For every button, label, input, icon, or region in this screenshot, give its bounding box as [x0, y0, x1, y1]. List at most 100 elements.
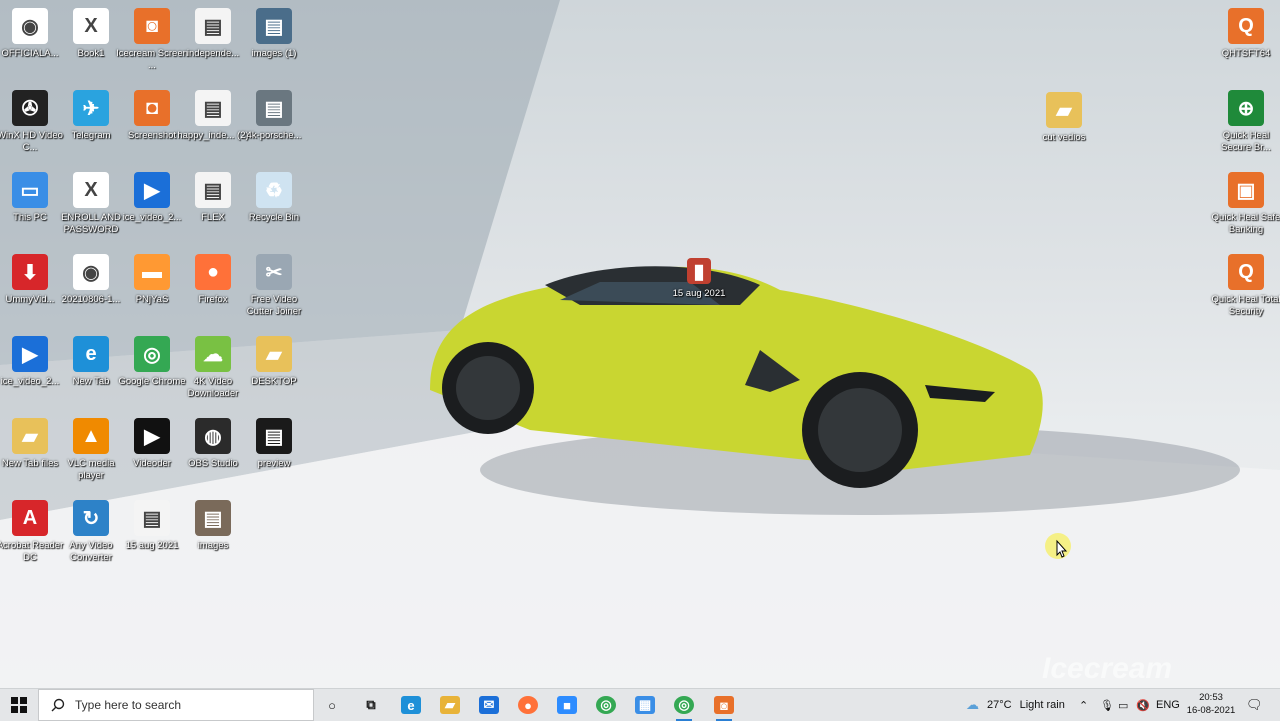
cloud-download-icon: ☁: [195, 336, 231, 372]
desktop-icon-label: Quick Heal Secure Br...: [1221, 130, 1271, 153]
clock[interactable]: 20:53 16-08-2021: [1182, 691, 1240, 717]
desktop-icon[interactable]: ▣ Quick Heal Safe Banking: [1209, 172, 1280, 236]
cortana-icon: ○: [328, 697, 336, 713]
taskbar-app-edge[interactable]: e: [397, 693, 425, 717]
desktop-icon[interactable]: Q Quick Heal Total Security: [1209, 254, 1280, 318]
search-icon: [51, 698, 65, 712]
desktop-icon-label: cut vedios: [1042, 132, 1086, 143]
taskbar-app-cortana[interactable]: ○: [318, 693, 346, 717]
desktop-icon[interactable]: ▤ images: [176, 500, 250, 552]
image-file-icon: ▤: [195, 8, 231, 44]
recycle-bin-icon: ♻: [256, 172, 292, 208]
weather-text: Light rain: [1019, 699, 1065, 711]
desktop-icon[interactable]: ⊕ Quick Heal Secure Br...: [1209, 90, 1280, 154]
play-icon: ▶: [134, 418, 170, 454]
windows-logo-icon: [11, 697, 27, 713]
start-button[interactable]: [0, 689, 38, 721]
desktop-icon-label: QHTSFT64: [1221, 48, 1271, 59]
folder-icon: ▰: [256, 336, 292, 372]
film-reel-icon: ✇: [12, 90, 48, 126]
taskbar-app-chrome[interactable]: ◎: [592, 693, 620, 717]
folder-icon: ▰: [12, 418, 48, 454]
clock-time: 20:53: [1199, 692, 1223, 703]
chrome-icon: ◎: [596, 696, 616, 714]
desktop-icon[interactable]: ▤ 4k-porsche...: [237, 90, 311, 142]
control-panel-icon: ▦: [635, 696, 655, 714]
quick-heal-icon: Q: [1228, 8, 1264, 44]
desktop-icon-label: Free Video Cutter Joiner: [246, 294, 302, 317]
scissors-icon: ✂: [256, 254, 292, 290]
weather-temp: 27°C: [987, 699, 1012, 711]
firefox-icon: ●: [518, 696, 538, 714]
image-file-icon: ▤: [256, 8, 292, 44]
taskbar: Type here to search ○ ⧉ e ▰ ✉ ● ■ ◎ ▦ ◎ ◙ ☁ 27°C L…: [0, 688, 1280, 721]
search-box[interactable]: Type here to search: [38, 689, 314, 721]
desktop-icon-15-aug-2021-folder[interactable]: ▮ 15 aug 2021: [662, 258, 736, 300]
watermark: Icecream: [1042, 652, 1173, 685]
globe-shield-icon: ⊕: [1228, 90, 1264, 126]
desktop-icon[interactable]: ▤ preview: [237, 418, 311, 470]
camera-icon: ◘: [134, 90, 170, 126]
edge-icon: e: [73, 336, 109, 372]
acrobat-icon: A: [12, 500, 48, 536]
desktop-icon-label: Quick Heal Safe Banking: [1211, 212, 1280, 235]
mail-icon: ✉: [479, 696, 499, 714]
taskbar-app-firefox[interactable]: ●: [514, 693, 542, 717]
vlc-cone-icon: ▲: [73, 418, 109, 454]
desktop-icon[interactable]: ▤ images (1): [237, 8, 311, 60]
image-file-icon: ▤: [256, 418, 292, 454]
desktop-icon-label: images (1): [251, 48, 297, 59]
safe-banking-icon: ▣: [1228, 172, 1264, 208]
video-converter-icon: ↻: [73, 500, 109, 536]
desktop-icon-label: 15 aug 2021: [672, 288, 726, 299]
image-file-icon: ▤: [195, 172, 231, 208]
tray-chevron-up-icon[interactable]: ⌃: [1079, 689, 1088, 721]
image-file-icon: ▤: [195, 90, 231, 126]
excel-file-icon: X: [73, 172, 109, 208]
clock-date: 16-08-2021: [1186, 705, 1236, 716]
image-file-icon: ▤: [195, 500, 231, 536]
desktop-icon-label: Quick Heal Total Security: [1211, 294, 1280, 317]
taskbar-app-control-panel[interactable]: ▦: [631, 693, 659, 717]
firefox-icon: ●: [195, 254, 231, 290]
desktop-icon-cut-vedios[interactable]: ▰ cut vedios: [1027, 92, 1101, 144]
taskbar-app-chrome[interactable]: ◎: [670, 693, 698, 721]
desktop-icon[interactable]: ✂ Free Video Cutter Joiner: [237, 254, 311, 318]
desktop-icon-label: Recycle Bin: [248, 212, 300, 223]
video-file-icon: ▶: [134, 172, 170, 208]
desktop-icon[interactable]: Q QHTSFT64: [1209, 8, 1280, 60]
zoom-icon: ■: [557, 696, 577, 714]
excel-file-icon: X: [73, 8, 109, 44]
quick-heal-q-icon: Q: [1228, 254, 1264, 290]
disc-icon: ◉: [12, 8, 48, 44]
volume-muted-icon[interactable]: 🔇: [1136, 689, 1150, 721]
rain-cloud-icon: ☁: [966, 697, 979, 712]
chrome-icon: ◎: [134, 336, 170, 372]
desktop-icon[interactable]: ▰ DESKTOP: [237, 336, 311, 388]
notifications-icon[interactable]: 🗨: [1246, 689, 1263, 721]
taskbar-app-icecream-recorder[interactable]: ◙: [710, 693, 738, 721]
language-indicator[interactable]: ENG: [1156, 689, 1180, 721]
taskbar-app-zoom[interactable]: ■: [553, 693, 581, 717]
video-file-icon: ▶: [12, 336, 48, 372]
download-icon: ⬇: [12, 254, 48, 290]
flag-image-icon: ▬: [134, 254, 170, 290]
folder-icon: ▮: [687, 258, 711, 284]
search-placeholder: Type here to search: [75, 698, 182, 712]
desktop-icon-label: images: [197, 540, 229, 551]
obs-icon: ◍: [195, 418, 231, 454]
computer-icon: ▭: [12, 172, 48, 208]
telegram-icon: ✈: [73, 90, 109, 126]
image-file-icon: ▤: [256, 90, 292, 126]
taskbar-app-file-explorer[interactable]: ▰: [436, 693, 464, 717]
desktop-icon[interactable]: ♻ Recycle Bin: [237, 172, 311, 224]
network-icon[interactable]: ▭: [1118, 689, 1128, 721]
taskbar-app-task-view[interactable]: ⧉: [357, 693, 385, 717]
microphone-icon[interactable]: 🎙: [1100, 689, 1114, 721]
folder-icon: ▰: [1046, 92, 1082, 128]
weather-widget[interactable]: ☁ 27°C Light rain: [966, 689, 1065, 721]
task-view-icon: ⧉: [366, 697, 376, 712]
disc-icon: ◉: [73, 254, 109, 290]
taskbar-app-mail[interactable]: ✉: [475, 693, 503, 717]
desktop[interactable]: ◉ OFFICIALA... X Book1 ◙ Icecream Screen ... ▤…: [0, 0, 1280, 688]
